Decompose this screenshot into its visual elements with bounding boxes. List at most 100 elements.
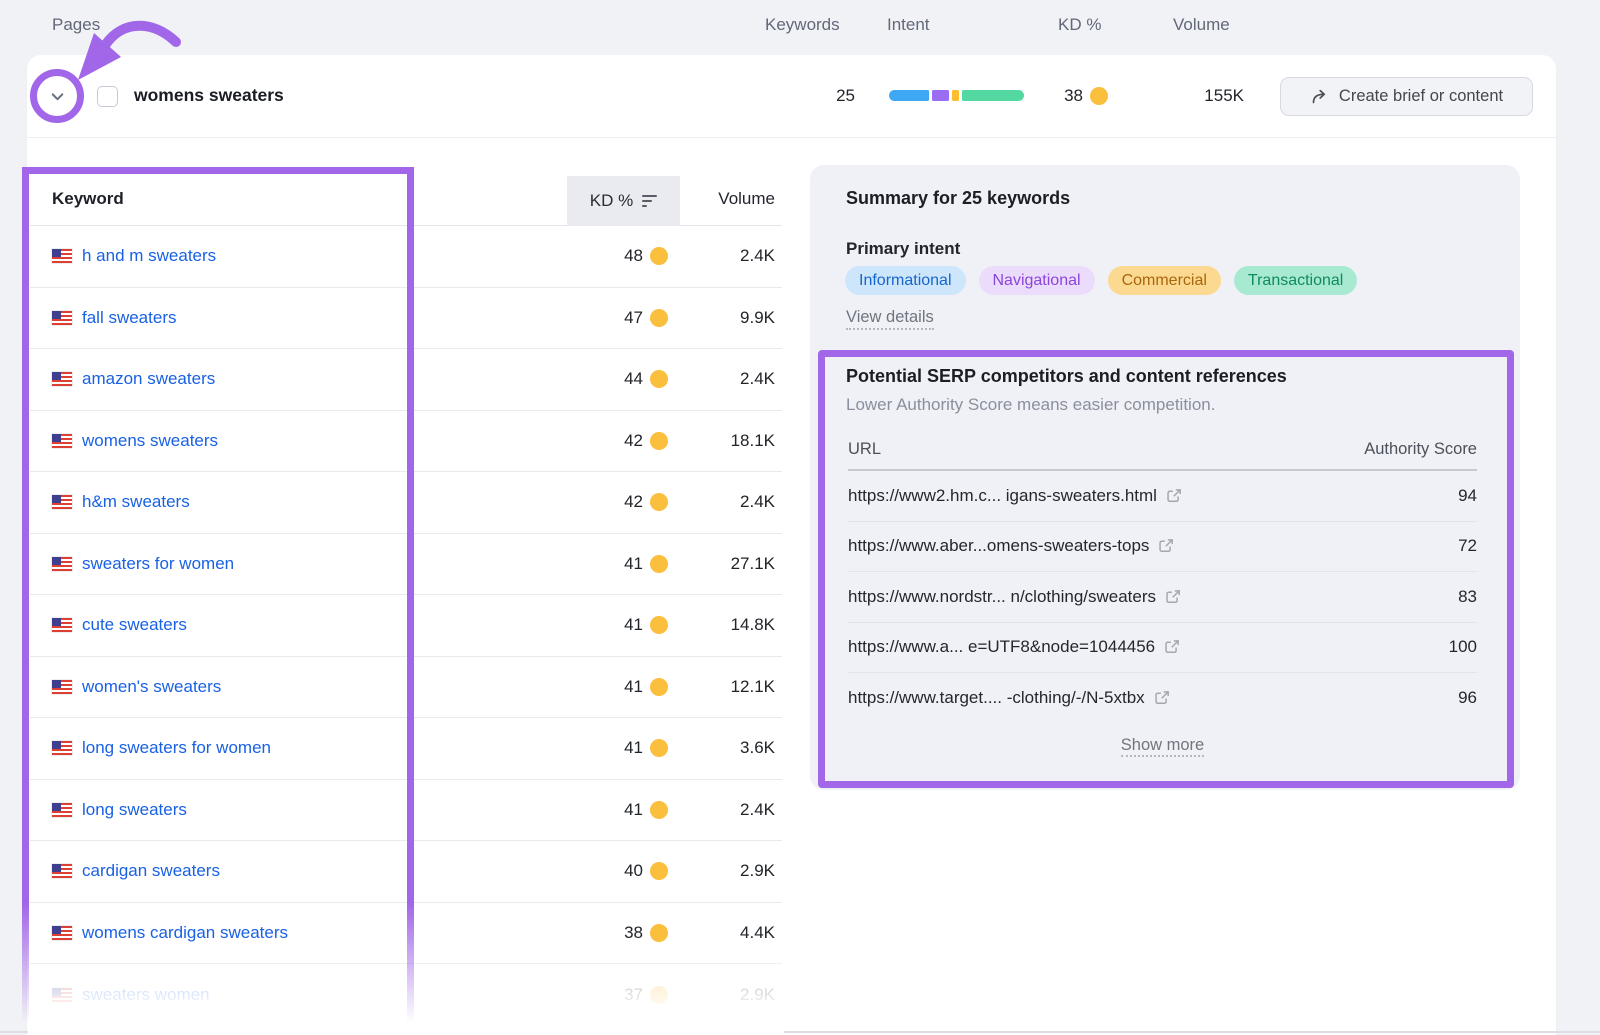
kd-value: 41: [577, 615, 643, 635]
serp-url-link[interactable]: https://www2.hm.c... igans-sweaters.html: [848, 486, 1157, 506]
column-label-pages: Pages: [52, 15, 100, 35]
page-bottom-edge: [0, 1031, 1600, 1033]
annotation-box-keywords-top: [22, 167, 414, 174]
page-row-checkbox[interactable]: [97, 86, 118, 107]
external-link-icon[interactable]: [1164, 639, 1180, 655]
collapse-row-button[interactable]: [38, 77, 76, 115]
keyword-link[interactable]: h and m sweaters: [82, 246, 216, 266]
keyword-row: womens cardigan sweaters 38 4.4K: [30, 903, 782, 965]
volume-column-header: Volume: [668, 189, 775, 209]
keyword-link[interactable]: long sweaters: [82, 800, 187, 820]
intent-segment-commercial: [952, 90, 959, 101]
keyword-table: Keyword KD % Volume h and m sweaters 48 …: [30, 176, 782, 1026]
kd-value: 41: [577, 677, 643, 697]
kd-column-header-sort[interactable]: KD %: [567, 176, 680, 226]
kd-value: 38: [577, 923, 643, 943]
kd-value: 47: [577, 308, 643, 328]
kd-difficulty-dot: [650, 986, 668, 1004]
summary-title: Summary for 25 keywords: [846, 188, 1070, 209]
keyword-table-header: Keyword KD % Volume: [30, 176, 782, 226]
keyword-link[interactable]: women's sweaters: [82, 677, 221, 697]
external-link-icon[interactable]: [1154, 690, 1170, 706]
keyword-row: fall sweaters 47 9.9K: [30, 288, 782, 350]
external-link-icon[interactable]: [1165, 589, 1181, 605]
authority-score-column-header: Authority Score: [1230, 440, 1477, 459]
serp-section-title: Potential SERP competitors and content r…: [846, 366, 1287, 387]
primary-intent-label: Primary intent: [846, 239, 960, 259]
kd-difficulty-dot: [650, 801, 668, 819]
serp-url-link[interactable]: https://www.nordstr... n/clothing/sweate…: [848, 587, 1156, 607]
keyword-link[interactable]: sweaters for women: [82, 554, 234, 574]
keyword-link[interactable]: amazon sweaters: [82, 369, 215, 389]
badge-navigational: Navigational: [979, 266, 1095, 295]
authority-score-value: 72: [1458, 536, 1477, 556]
keyword-link[interactable]: womens sweaters: [82, 431, 218, 451]
serp-url-link[interactable]: https://www.a... e=UTF8&node=1044456: [848, 637, 1155, 657]
intent-segment-informational: [889, 90, 929, 101]
keyword-link[interactable]: h&m sweaters: [82, 492, 190, 512]
annotation-box-keywords-left: [22, 167, 29, 1023]
kd-value: 42: [577, 492, 643, 512]
kd-difficulty-dot: [650, 678, 668, 696]
intent-segment-transactional: [962, 90, 1024, 101]
keyword-row: h and m sweaters 48 2.4K: [30, 226, 782, 288]
column-label-volume: Volume: [1173, 15, 1230, 35]
external-link-icon[interactable]: [1158, 538, 1174, 554]
kd-value: 41: [577, 554, 643, 574]
keyword-row: long sweaters 41 2.4K: [30, 780, 782, 842]
us-flag-icon: [52, 680, 72, 694]
serp-url-link[interactable]: https://www.aber...omens-sweaters-tops: [848, 536, 1149, 556]
serp-row: https://www.a... e=UTF8&node=1044456 100: [848, 623, 1477, 674]
kd-value: 37: [577, 985, 643, 1005]
keyword-row: sweaters for women 41 27.1K: [30, 534, 782, 596]
kd-difficulty-dot: [650, 493, 668, 511]
keyword-link[interactable]: cute sweaters: [82, 615, 187, 635]
kd-value: 44: [577, 369, 643, 389]
show-more-link[interactable]: Show more: [1121, 736, 1204, 757]
volume-value: 2.4K: [668, 492, 775, 512]
keyword-row: long sweaters for women 41 3.6K: [30, 718, 782, 780]
keyword-row: amazon sweaters 44 2.4K: [30, 349, 782, 411]
volume-value: 14.8K: [668, 615, 775, 635]
volume-value: 9.9K: [668, 308, 775, 328]
intent-segment-navigational: [932, 90, 949, 101]
intent-badges: Informational Navigational Commercial Tr…: [845, 266, 1357, 295]
kd-difficulty-dot: [1090, 87, 1108, 105]
keyword-row: women's sweaters 41 12.1K: [30, 657, 782, 719]
us-flag-icon: [52, 741, 72, 755]
row-divider: [27, 137, 1556, 138]
kd-difficulty-dot: [650, 739, 668, 757]
kd-difficulty-dot: [650, 370, 668, 388]
kd-value: 40: [577, 861, 643, 881]
us-flag-icon: [52, 557, 72, 571]
keyword-link[interactable]: sweaters women: [82, 985, 210, 1005]
badge-informational: Informational: [845, 266, 966, 295]
page-kd-value: 38: [1020, 86, 1083, 106]
keyword-link[interactable]: long sweaters for women: [82, 738, 271, 758]
us-flag-icon: [52, 988, 72, 1002]
kd-difficulty-dot: [650, 432, 668, 450]
kd-header-label: KD %: [590, 191, 633, 211]
serp-url-link[interactable]: https://www.target.... -clothing/-/N-5xt…: [848, 688, 1145, 708]
volume-value: 2.4K: [668, 246, 775, 266]
keyword-strategy-page: Pages Keywords Intent KD % Volume womens…: [0, 0, 1600, 1035]
volume-value: 2.4K: [668, 800, 775, 820]
volume-value: 27.1K: [668, 554, 775, 574]
authority-score-value: 100: [1449, 637, 1477, 657]
share-arrow-icon: [1310, 88, 1329, 106]
us-flag-icon: [52, 864, 72, 878]
authority-score-value: 96: [1458, 688, 1477, 708]
keyword-link[interactable]: fall sweaters: [82, 308, 176, 328]
kd-difficulty-dot: [650, 247, 668, 265]
create-brief-button[interactable]: Create brief or content: [1280, 77, 1533, 116]
keyword-row: cute sweaters 41 14.8K: [30, 595, 782, 657]
us-flag-icon: [52, 434, 72, 448]
keyword-link[interactable]: womens cardigan sweaters: [82, 923, 288, 943]
us-flag-icon: [52, 495, 72, 509]
volume-value: 4.4K: [668, 923, 775, 943]
us-flag-icon: [52, 618, 72, 632]
external-link-icon[interactable]: [1166, 488, 1182, 504]
view-details-link[interactable]: View details: [846, 308, 934, 330]
sort-descending-icon: [642, 195, 657, 208]
keyword-link[interactable]: cardigan sweaters: [82, 861, 220, 881]
